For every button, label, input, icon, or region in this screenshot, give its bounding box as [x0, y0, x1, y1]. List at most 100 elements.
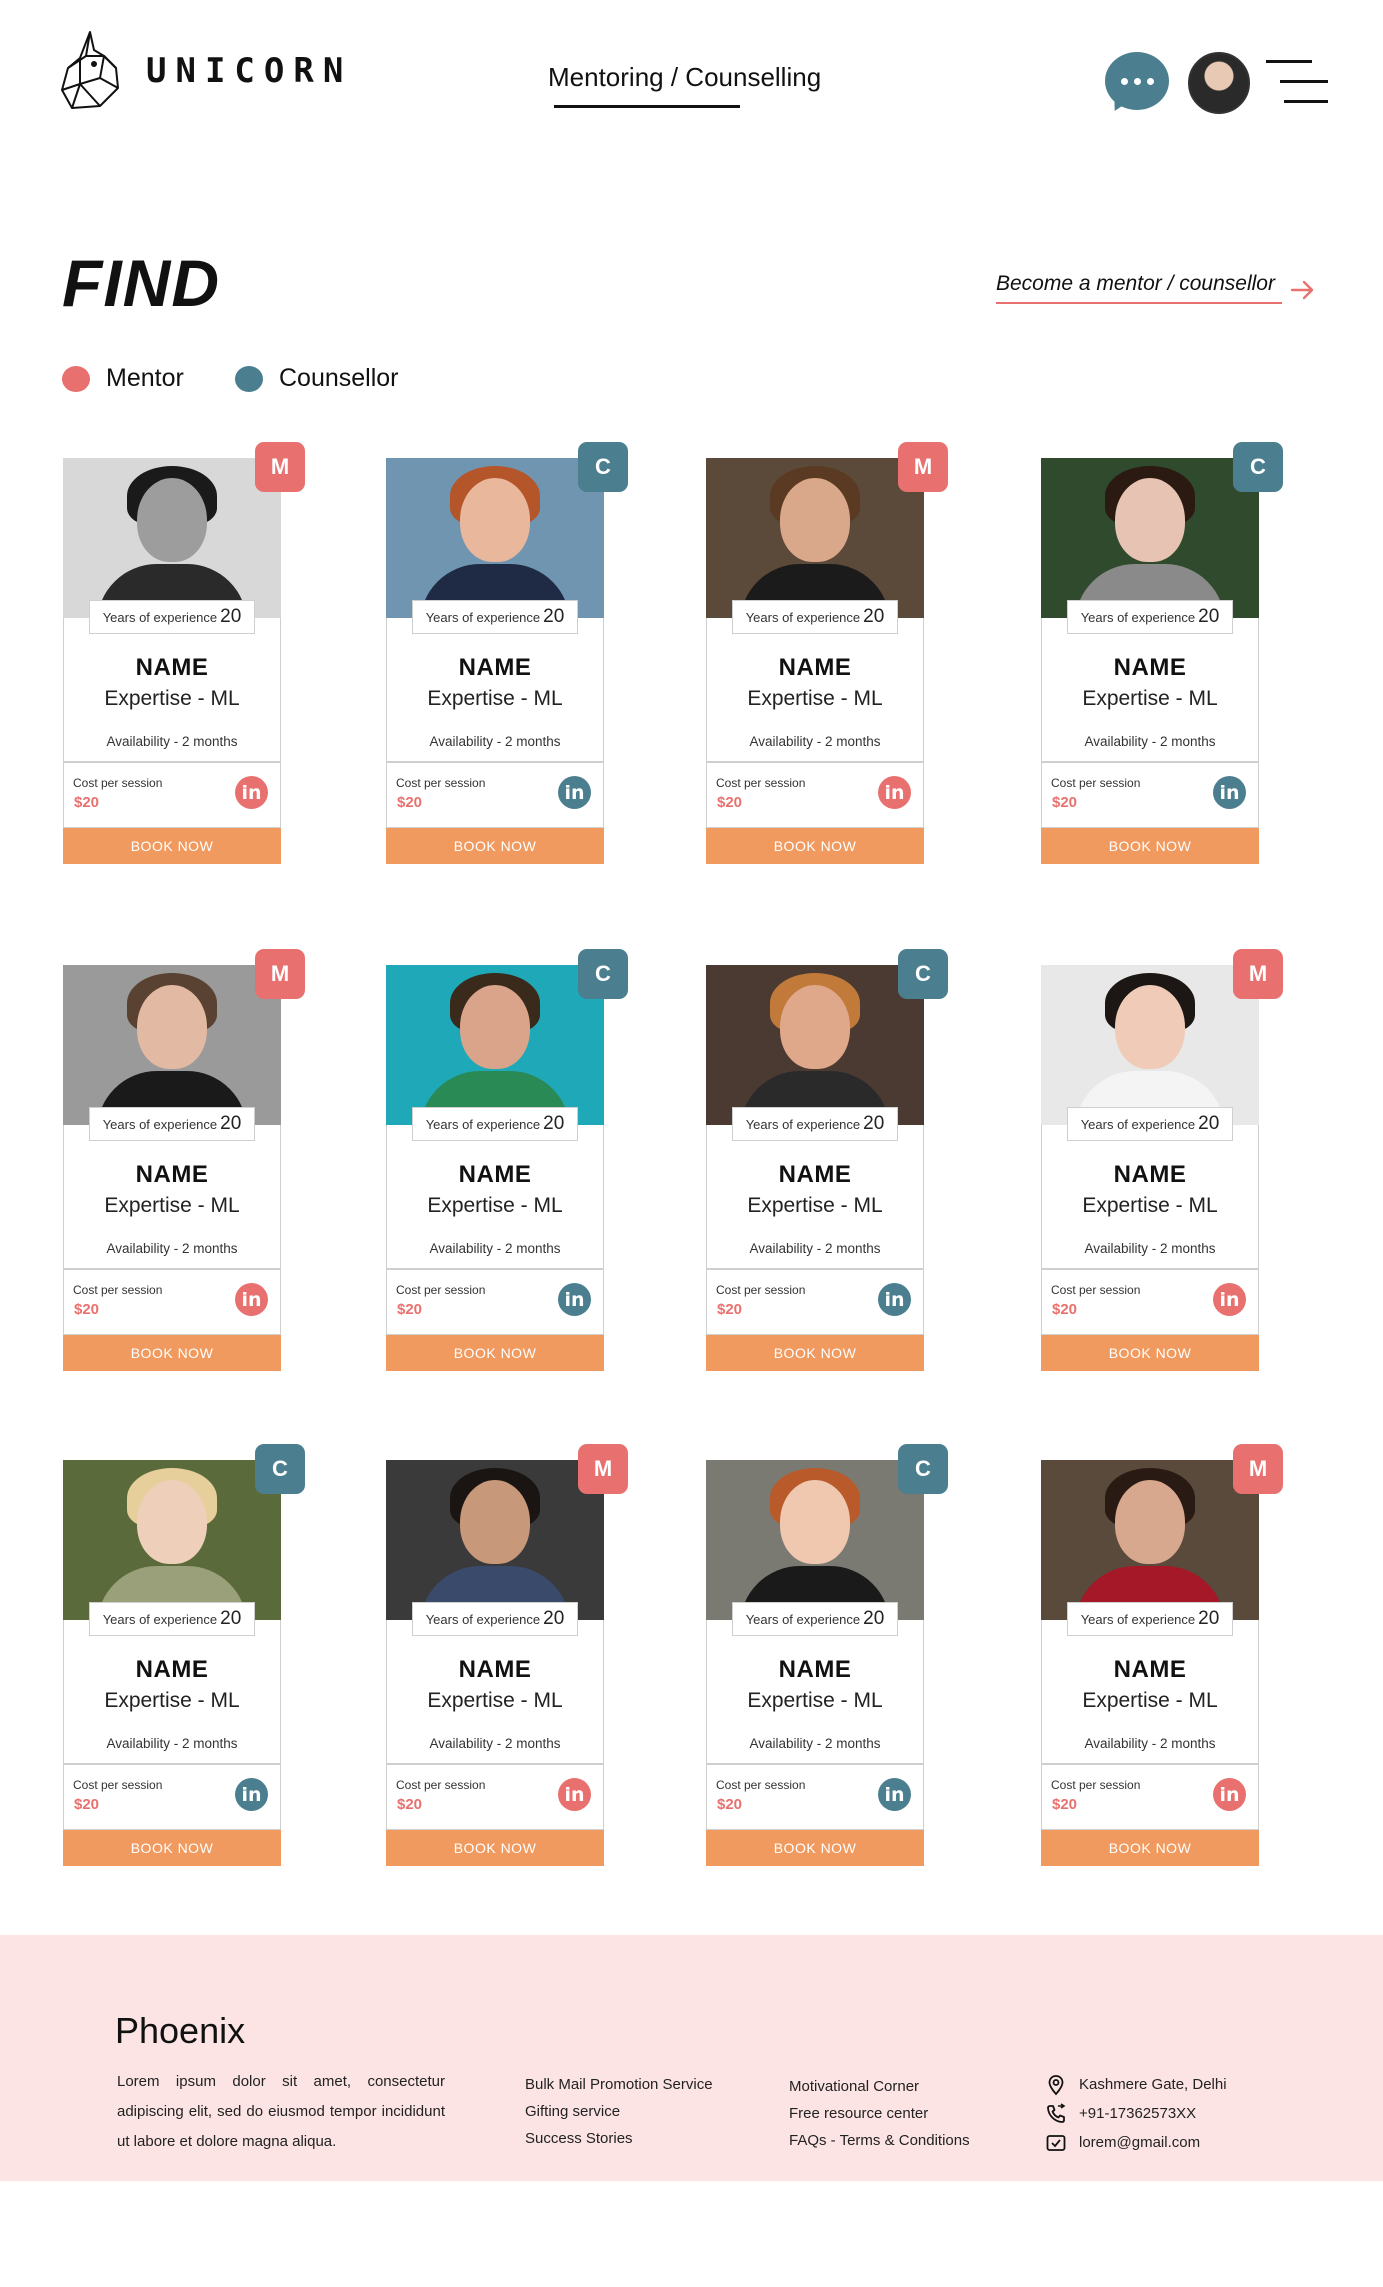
- profile-photo: [1041, 458, 1259, 618]
- legend-counsellor[interactable]: Counsellor: [235, 364, 399, 393]
- experience-label-text: Years of experience: [745, 1116, 861, 1132]
- availability-text: Availability - 2 months: [749, 1241, 881, 1256]
- expertise-text: Expertise - ML: [104, 1194, 240, 1217]
- experience-value: 20: [543, 1608, 565, 1629]
- expertise-text: Expertise - ML: [104, 687, 240, 710]
- counsellor-card[interactable]: Years of experience 20 NAME Expertise - M…: [706, 1444, 948, 1866]
- linkedin-icon[interactable]: in: [1213, 776, 1246, 809]
- linkedin-icon[interactable]: in: [235, 776, 268, 809]
- counsellor-card[interactable]: Years of experience 20 NAME Expertise - M…: [63, 1444, 305, 1866]
- experience-label-text: Years of experience: [102, 609, 218, 625]
- mentor-card[interactable]: Years of experience 20 NAME Expertise - M…: [386, 1444, 628, 1866]
- cost-label: Cost per session: [716, 1778, 806, 1792]
- linkedin-icon[interactable]: in: [878, 1283, 911, 1316]
- contact-phone[interactable]: +91-17362573XX: [1045, 2099, 1227, 2128]
- footer-contact: Kashmere Gate, Delhi +91-17362573XX lore…: [1045, 2070, 1227, 2157]
- cost-label: Cost per session: [396, 776, 486, 790]
- book-now-button[interactable]: BOOK NOW: [1041, 1830, 1259, 1866]
- experience-label-text: Years of experience: [1080, 609, 1196, 625]
- mentor-card[interactable]: Years of experience 20 NAME Expertise - M…: [63, 442, 305, 864]
- experience-label: Years of experience 20: [412, 1107, 578, 1141]
- mentor-card[interactable]: Years of experience 20 NAME Expertise - M…: [706, 442, 948, 864]
- linkedin-icon[interactable]: in: [1213, 1283, 1246, 1316]
- book-now-button[interactable]: BOOK NOW: [706, 1335, 924, 1371]
- arrow-right-icon[interactable]: [1290, 277, 1316, 303]
- site-footer: Phoenix Lorem ipsum dolor sit amet, cons…: [0, 1935, 1383, 2181]
- linkedin-icon[interactable]: in: [558, 1778, 591, 1811]
- nav-mentoring-counselling[interactable]: Mentoring / Counselling: [548, 62, 821, 93]
- footer-links-col-2: Motivational Corner Free resource center…: [789, 2073, 970, 2154]
- footer-link[interactable]: Bulk Mail Promotion Service: [525, 2071, 713, 2098]
- card-divider: [63, 1763, 281, 1765]
- cost-value: $20: [1052, 1301, 1078, 1318]
- cost-label: Cost per session: [1051, 776, 1141, 790]
- cost-label: Cost per session: [1051, 1283, 1141, 1297]
- linkedin-icon[interactable]: in: [235, 1283, 268, 1316]
- linkedin-icon[interactable]: in: [558, 1283, 591, 1316]
- linkedin-icon[interactable]: in: [878, 1778, 911, 1811]
- profile-photo: [1041, 1460, 1259, 1620]
- hamburger-menu-icon[interactable]: [1266, 58, 1328, 106]
- counsellor-card[interactable]: Years of experience 20 NAME Expertise - M…: [1041, 442, 1283, 864]
- linkedin-icon[interactable]: in: [558, 776, 591, 809]
- type-badge: C: [898, 949, 948, 999]
- footer-link[interactable]: FAQs - Terms & Conditions: [789, 2127, 970, 2154]
- type-badge: M: [255, 442, 305, 492]
- experience-label-text: Years of experience: [745, 1611, 861, 1627]
- type-badge: C: [578, 442, 628, 492]
- logo[interactable]: UNICORN: [60, 28, 352, 114]
- logo-text: UNICORN: [146, 51, 353, 91]
- cost-label: Cost per session: [73, 1283, 163, 1297]
- type-badge: C: [1233, 442, 1283, 492]
- linkedin-icon[interactable]: in: [878, 776, 911, 809]
- availability-text: Availability - 2 months: [106, 1241, 238, 1256]
- book-now-button[interactable]: BOOK NOW: [706, 828, 924, 864]
- experience-label: Years of experience 20: [1067, 1107, 1233, 1141]
- contact-email[interactable]: lorem@gmail.com: [1045, 2128, 1227, 2157]
- footer-link[interactable]: Motivational Corner: [789, 2073, 970, 2100]
- card-divider: [1041, 1763, 1259, 1765]
- cost-value: $20: [397, 1301, 423, 1318]
- address-text: Kashmere Gate, Delhi: [1079, 2076, 1227, 2093]
- mentor-card[interactable]: Years of experience 20 NAME Expertise - M…: [1041, 1444, 1283, 1866]
- cost-value: $20: [1052, 1796, 1078, 1813]
- book-now-button[interactable]: BOOK NOW: [386, 828, 604, 864]
- profile-photo: [386, 1460, 604, 1620]
- cost-value: $20: [74, 1796, 100, 1813]
- type-badge: M: [1233, 949, 1283, 999]
- become-mentor-link[interactable]: Become a mentor / counsellor: [996, 272, 1275, 296]
- experience-label: Years of experience 20: [412, 1602, 578, 1636]
- book-now-button[interactable]: BOOK NOW: [706, 1830, 924, 1866]
- book-now-button[interactable]: BOOK NOW: [63, 1830, 281, 1866]
- experience-value: 20: [863, 1608, 885, 1629]
- chat-bubble-icon[interactable]: [1105, 52, 1169, 110]
- experience-value: 20: [1198, 1113, 1220, 1134]
- profile-photo: [706, 965, 924, 1125]
- book-now-button[interactable]: BOOK NOW: [63, 828, 281, 864]
- mentor-name: NAME: [778, 654, 852, 681]
- email-icon: [1046, 2134, 1066, 2151]
- mentor-card[interactable]: Years of experience 20 NAME Expertise - M…: [63, 949, 305, 1371]
- linkedin-icon[interactable]: in: [235, 1778, 268, 1811]
- book-now-button[interactable]: BOOK NOW: [1041, 828, 1259, 864]
- book-now-button[interactable]: BOOK NOW: [386, 1335, 604, 1371]
- counsellor-card[interactable]: Years of experience 20 NAME Expertise - M…: [386, 442, 628, 864]
- legend-mentor[interactable]: Mentor: [62, 364, 184, 393]
- avatar[interactable]: [1188, 52, 1250, 114]
- footer-link[interactable]: Gifting service: [525, 2098, 713, 2125]
- mentor-name: NAME: [778, 1161, 852, 1188]
- book-now-button[interactable]: BOOK NOW: [1041, 1335, 1259, 1371]
- experience-label: Years of experience 20: [89, 1602, 255, 1636]
- counsellor-card[interactable]: Years of experience 20 NAME Expertise - M…: [386, 949, 628, 1371]
- book-now-button[interactable]: BOOK NOW: [63, 1335, 281, 1371]
- counsellor-card[interactable]: Years of experience 20 NAME Expertise - M…: [706, 949, 948, 1371]
- cost-value: $20: [717, 1301, 743, 1318]
- mentor-name: NAME: [135, 1656, 209, 1683]
- book-now-button[interactable]: BOOK NOW: [386, 1830, 604, 1866]
- mentor-card[interactable]: Years of experience 20 NAME Expertise - M…: [1041, 949, 1283, 1371]
- linkedin-icon[interactable]: in: [1213, 1778, 1246, 1811]
- footer-link[interactable]: Success Stories: [525, 2125, 713, 2152]
- footer-link[interactable]: Free resource center: [789, 2100, 970, 2127]
- availability-text: Availability - 2 months: [1084, 1736, 1216, 1751]
- experience-value: 20: [1198, 606, 1220, 627]
